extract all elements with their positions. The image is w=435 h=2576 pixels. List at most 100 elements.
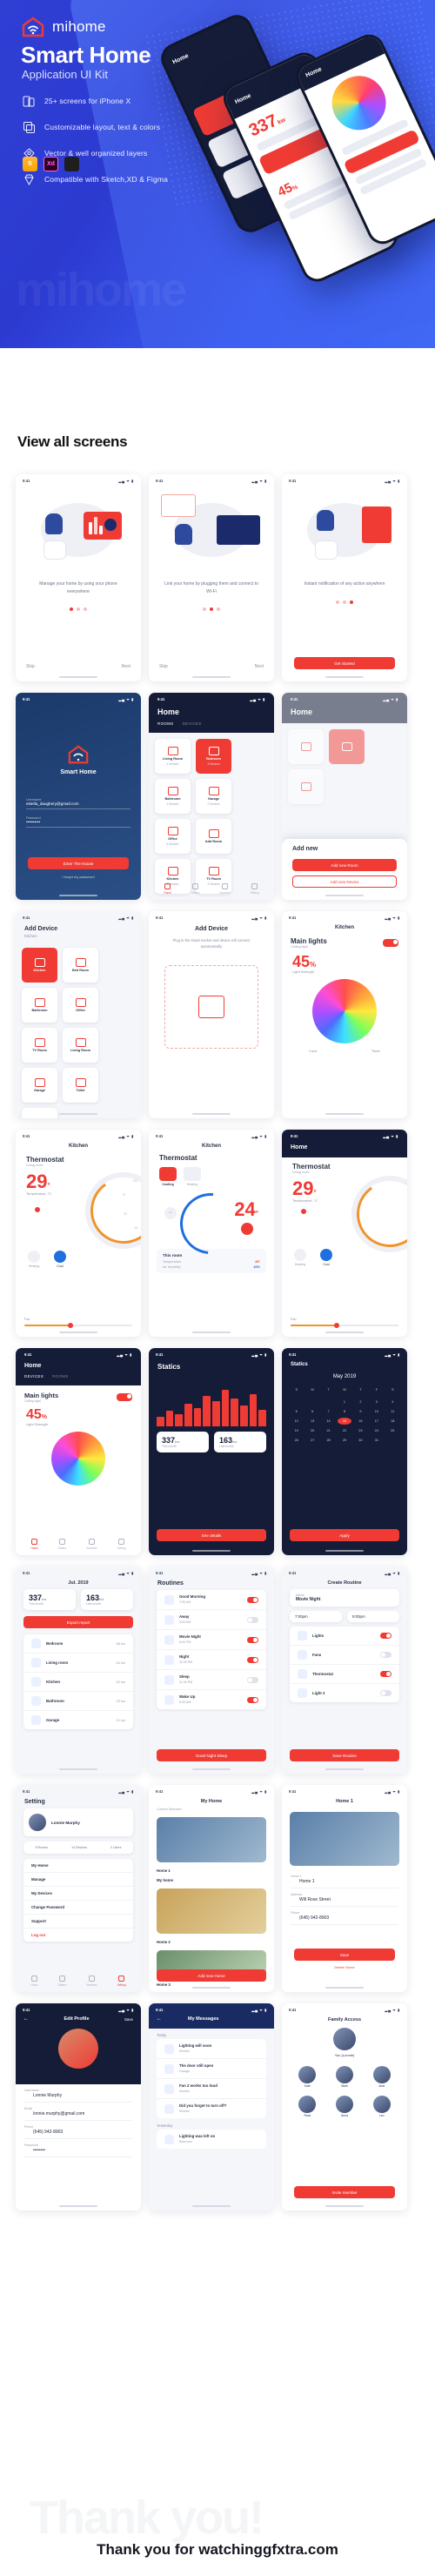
dot[interactable] (77, 607, 80, 611)
screen-card-thermostat-2[interactable]: 9:41 ▂▄ ᯤ ▮ Kitchen Thermostat Cooling H… (149, 1130, 274, 1337)
apply-button[interactable]: Apply (290, 1529, 399, 1541)
calendar-day[interactable]: 4 (386, 1399, 399, 1405)
nav-routines[interactable]: Routines (86, 1539, 97, 1550)
tab-rooms[interactable]: ROOMS (52, 1374, 69, 1379)
delete-home-link[interactable]: Delete Home (282, 1965, 407, 1969)
calendar-day[interactable]: 8 (338, 1408, 351, 1415)
screen-card-thermostat-1[interactable]: 9:41 ▂▄ ᯤ ▮ Kitchen Thermostat Living ro… (16, 1130, 141, 1337)
setting-row[interactable]: My Home (23, 1859, 133, 1873)
save-routine-button[interactable]: Save Routine (290, 1749, 399, 1761)
dot[interactable] (203, 607, 206, 611)
dot[interactable] (84, 607, 87, 611)
message-row[interactable]: The door still open Garage (157, 2059, 266, 2079)
calendar-day[interactable]: 26 (290, 1437, 303, 1444)
power-toggle[interactable] (383, 939, 398, 947)
nav-statics[interactable]: Statics (58, 1976, 66, 1987)
setting-row[interactable]: My Devices (23, 1887, 133, 1901)
nav-routines[interactable]: Routines (219, 883, 231, 895)
nav-home[interactable]: Home (30, 1976, 38, 1987)
save-button[interactable]: Save (294, 1949, 395, 1961)
screen-card-my-messages[interactable]: 9:41 ▂▄ ᯤ ▮ ← My Messages Today Lighting… (149, 2003, 274, 2210)
save-button[interactable]: Save (124, 2017, 133, 2022)
phone-field[interactable]: (645) 942-8903 (24, 2130, 132, 2139)
invite-member-button[interactable]: Invite member (294, 2186, 395, 2198)
calendar-day[interactable]: 18 (386, 1418, 399, 1425)
calendar-day[interactable]: 10 (370, 1408, 383, 1415)
dot[interactable] (217, 607, 220, 611)
usage-row[interactable]: Bedroom 88 kw (23, 1634, 133, 1654)
time-to-field[interactable]: 9:00pm (347, 1611, 399, 1622)
device-row[interactable]: Lights (290, 1627, 399, 1646)
screen-card-scan-device[interactable]: 9:41 ▂▄ ᯤ ▮ Add Device Plug in the smart… (149, 911, 274, 1118)
routine-row[interactable]: Sleep 11:30 PM (157, 1670, 266, 1690)
screen-card-usage-detail[interactable]: 9:41 ▂▄ ᯤ ▮ Jul. 2019 337kw This month 1… (16, 1566, 141, 1774)
screen-card-routines[interactable]: 9:41 ▂▄ ᯤ ▮ Routines Good Morning 7:00 AM… (149, 1566, 274, 1774)
picker-tile[interactable]: Bed Room (63, 948, 98, 983)
calendar-day[interactable]: 21 (322, 1427, 335, 1434)
calendar-day[interactable]: 16 (354, 1418, 367, 1425)
power-toggle[interactable] (117, 1393, 132, 1401)
screen-card-thermostat-3[interactable]: 9:41 ▂▄ ᯤ ▮ Home Thermostat Living room … (282, 1130, 407, 1337)
setting-row-logout[interactable]: Log out (23, 1929, 133, 1942)
screen-card-onboarding-3[interactable]: 9:41 ▂▄ ᯤ ▮ Instant notification of any … (282, 474, 407, 681)
skip-button[interactable]: Skip (26, 664, 35, 669)
timer-tab[interactable]: Timer (371, 1049, 380, 1053)
home-name-field[interactable]: Home 1 (291, 1879, 398, 1888)
decrease-button[interactable]: − (164, 1207, 177, 1219)
routine-toggle[interactable] (247, 1676, 258, 1683)
room-tile[interactable]: Living Room 4 Devices (155, 739, 191, 774)
member[interactable]: Leo (366, 2096, 397, 2118)
message-row[interactable]: Lighting will soon Kitchen (157, 2039, 266, 2059)
member[interactable]: Mark (330, 2066, 360, 2089)
picker-tile[interactable]: Living Room (63, 1028, 98, 1063)
screen-card-my-home[interactable]: 9:41 ▂▄ ᯤ ▮ My Home Current Selected Hom… (149, 1785, 274, 1992)
profile-card[interactable]: Lonnie Murphy (23, 1808, 133, 1836)
password-field[interactable]: •••••••• (24, 2148, 132, 2157)
routine-row[interactable]: Good Morning 7:00 AM (157, 1590, 266, 1610)
next-button[interactable]: Next (122, 664, 130, 669)
password-field[interactable]: •••••••••• (26, 820, 130, 828)
screen-card-setting[interactable]: 9:41 ▂▄ ᯤ ▮ Setting Lonnie Murphy 5 Room… (16, 1785, 141, 1992)
calendar-day[interactable]: 17 (370, 1418, 383, 1425)
home-phone-field[interactable]: (645) 942-8903 (291, 1915, 398, 1925)
calendar-day[interactable]: 31 (370, 1437, 383, 1444)
pagination-dots[interactable] (149, 607, 274, 611)
add-home-button[interactable]: Add new Home (157, 1969, 266, 1982)
device-toggle[interactable] (380, 1671, 392, 1677)
picker-tile-add[interactable]: Add Room (22, 1108, 57, 1118)
calendar-day[interactable]: 7 (322, 1408, 335, 1415)
picker-tile[interactable]: Bathroom (22, 988, 57, 1023)
next-button[interactable]: Next (255, 664, 264, 669)
calendar-day[interactable]: 14 (322, 1418, 335, 1425)
screen-card-edit-profile[interactable]: 9:41 ▂▄ ᯤ ▮ ← Edit Profile Save Username… (16, 2003, 141, 2210)
screen-card-onboarding-1[interactable]: 9:41 ▂▄ ᯤ ▮ Manage your home by using yo… (16, 474, 141, 681)
picker-tile[interactable]: Office (63, 988, 98, 1023)
calendar-day[interactable]: 20 (305, 1427, 318, 1434)
back-icon[interactable]: ← (157, 2016, 162, 2022)
dot[interactable] (336, 600, 339, 604)
color-wheel[interactable] (51, 1432, 105, 1486)
calendar-day[interactable]: 13 (305, 1418, 318, 1425)
dot[interactable] (343, 600, 346, 604)
room-tile[interactable]: Bedroom 3 Devices (196, 739, 231, 774)
tab-rooms[interactable]: ROOMS (157, 721, 174, 726)
calendar-day[interactable]: 28 (322, 1437, 335, 1444)
setting-row[interactable]: Change Password (23, 1901, 133, 1915)
add-room-button[interactable]: Add new Room (292, 859, 397, 871)
routine-toggle[interactable] (247, 1596, 258, 1603)
picker-tile[interactable]: Toilet (63, 1068, 98, 1103)
mode-heating[interactable]: Heating (294, 1249, 306, 1266)
calendar-day[interactable]: 9 (354, 1408, 367, 1415)
usage-row[interactable]: Kitchen 52 kw (23, 1673, 133, 1692)
skip-button[interactable]: Skip (159, 664, 168, 669)
nav-routines[interactable]: Routines (86, 1976, 97, 1987)
room-tile[interactable]: Bathroom 2 Devices (155, 779, 191, 814)
nav-setting[interactable]: Setting (251, 883, 259, 895)
dot[interactable] (210, 607, 213, 611)
calendar-day[interactable]: 6 (305, 1408, 318, 1415)
routine-row[interactable]: Night 11:00 PM (157, 1650, 266, 1670)
dot[interactable] (350, 600, 353, 604)
mode-cooling[interactable]: Cooling (159, 1167, 177, 1186)
member[interactable]: Kate (292, 2066, 323, 2089)
calendar-day[interactable]: 12 (290, 1418, 303, 1425)
